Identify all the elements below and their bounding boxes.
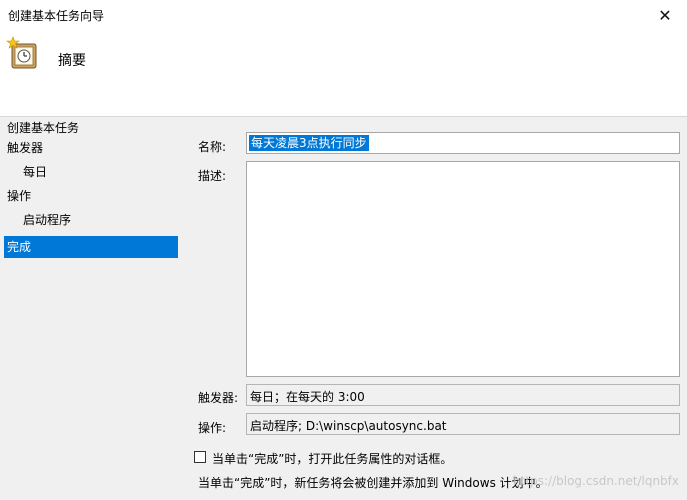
description-label: 描述:: [198, 169, 227, 183]
page-heading: 摘要: [58, 53, 86, 69]
title-bar: 创建基本任务向导 ✕: [0, 0, 687, 30]
trigger-field: 每日；在每天的 3:00: [246, 384, 680, 406]
step-finish[interactable]: 完成: [4, 236, 178, 258]
window-title: 创建基本任务向导: [8, 9, 105, 23]
trigger-label: 触发器:: [198, 391, 239, 405]
name-label: 名称:: [198, 140, 227, 154]
wizard-header: 摘要: [0, 30, 687, 117]
scheduled-task-icon: [6, 36, 37, 69]
watermark: https://blog.csdn.net/lqnbfx: [513, 474, 679, 488]
open-properties-checkbox[interactable]: [194, 451, 206, 463]
trigger-value: 每日；在每天的 3:00: [250, 390, 365, 404]
step-create-basic-task[interactable]: 创建基本任务: [4, 117, 178, 139]
step-start-program[interactable]: 启动程序: [4, 209, 178, 231]
close-icon[interactable]: ✕: [643, 0, 687, 30]
open-properties-label[interactable]: 当单击“完成”时，打开此任务属性的对话框。: [212, 450, 452, 467]
finish-note: 当单击“完成”时，新任务将会被创建并添加到 Windows 计划中。: [198, 476, 548, 490]
step-daily[interactable]: 每日: [4, 161, 178, 183]
action-label: 操作:: [198, 421, 227, 435]
name-field[interactable]: 每天凌晨3点执行同步: [246, 132, 680, 154]
action-field: 启动程序; D:\winscp\autosync.bat: [246, 413, 680, 435]
step-action[interactable]: 操作: [4, 185, 178, 207]
description-field[interactable]: [246, 161, 680, 377]
step-trigger[interactable]: 触发器: [4, 137, 178, 159]
action-value: 启动程序; D:\winscp\autosync.bat: [250, 419, 447, 433]
name-value: 每天凌晨3点执行同步: [249, 135, 369, 151]
